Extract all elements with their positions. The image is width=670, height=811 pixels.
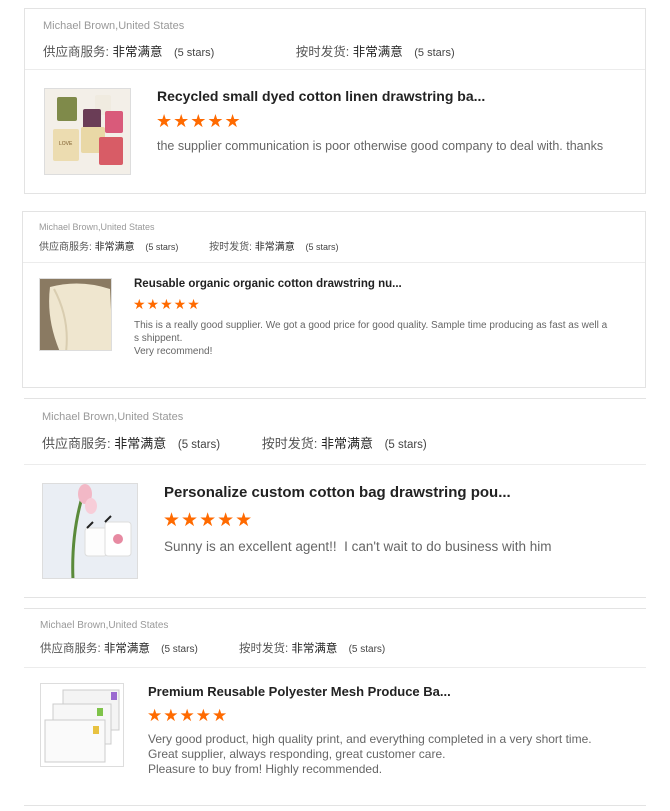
divider [24, 464, 646, 465]
product-thumbnail[interactable] [40, 683, 124, 767]
cotton-bag-image [40, 279, 111, 350]
comment-line: the supplier communication is poor other… [157, 139, 604, 153]
ratings-row: 供应商服务: 非常满意 (5 stars) 按时发货: 非常满意 (5 star… [39, 238, 339, 253]
review-comment: Sunny is an excellent agent!! I can't wa… [164, 538, 634, 556]
supplier-service-label: 供应商服务: [43, 45, 109, 59]
product-title-link[interactable]: Personalize custom cotton bag drawstring… [164, 484, 511, 501]
product-title-link[interactable]: Reusable organic organic cotton drawstri… [134, 278, 402, 290]
delivery-label: 按时发货: [295, 45, 350, 59]
reviewer-name: Michael Brown,United States [39, 222, 155, 232]
product-thumbnail[interactable]: LOVE [44, 88, 131, 175]
product-title-link[interactable]: Premium Reusable Polyester Mesh Produce … [148, 684, 451, 699]
divider [25, 69, 645, 70]
comment-line: s shippent. [134, 333, 183, 344]
supplier-service-label: 供应商服务: [42, 436, 111, 451]
delivery-stars: (5 stars) [384, 439, 427, 451]
rating-stars: ★★★★★ [163, 510, 254, 531]
supplier-service-value: 非常满意 [112, 45, 163, 59]
supplier-service-stars: (5 stars) [145, 242, 179, 252]
review-card: Michael Brown,United States 供应商服务: 非常满意 … [24, 8, 646, 194]
supplier-service-value: 非常满意 [103, 643, 150, 655]
comment-line: Very recommend! [134, 346, 213, 357]
reviewer-name: Michael Brown,United States [42, 411, 184, 423]
product-thumbnail[interactable] [39, 278, 112, 351]
supplier-service-label: 供应商服务: [40, 643, 101, 655]
rating-stars: ★★★★★ [156, 111, 242, 131]
product-title-link[interactable]: Recycled small dyed cotton linen drawstr… [157, 88, 485, 104]
review-card: Michael Brown,United States 供应商服务: 非常满意 … [24, 398, 646, 598]
product-thumbnail[interactable] [42, 483, 138, 579]
delivery-label: 按时发货: [261, 436, 318, 451]
comment-line: This is a really good supplier. We got a… [134, 320, 608, 331]
delivery-value: 非常满意 [291, 643, 338, 655]
review-comment: This is a really good supplier. We got a… [134, 319, 634, 358]
divider [24, 667, 646, 668]
supplier-service-stars: (5 stars) [161, 644, 198, 655]
cotton-pouch-image [43, 484, 137, 578]
rating-stars: ★★★★★ [147, 706, 229, 725]
delivery-stars: (5 stars) [414, 47, 455, 59]
ratings-row: 供应商服务: 非常满意 (5 stars) 按时发货: 非常满意 (5 star… [43, 41, 455, 60]
divider [23, 262, 645, 263]
svg-text:LOVE: LOVE [59, 141, 73, 147]
reviewer-name: Michael Brown,United States [40, 620, 169, 631]
delivery-label: 按时发货: [209, 242, 252, 253]
ratings-row: 供应商服务: 非常满意 (5 stars) 按时发货: 非常满意 (5 star… [40, 640, 385, 656]
reviewer-name: Michael Brown,United States [43, 20, 185, 32]
supplier-service-label: 供应商服务: [39, 242, 92, 253]
supplier-service-stars: (5 stars) [173, 47, 215, 59]
review-card: Michael Brown,United States 供应商服务: 非常满意 … [22, 211, 646, 388]
drawstring-bags-image: LOVE [45, 89, 130, 174]
comment-line: Pleasure to buy from! Highly recommended… [148, 762, 383, 776]
delivery-value: 非常满意 [320, 436, 373, 451]
review-comment: the supplier communication is poor other… [157, 138, 627, 154]
supplier-service-value: 非常满意 [94, 242, 135, 253]
rating-stars: ★★★★★ [133, 296, 201, 312]
supplier-service-stars: (5 stars) [177, 439, 221, 451]
comment-line: Great supplier, always responding, great… [148, 747, 446, 761]
comment-line: Very good product, high quality print, a… [148, 732, 592, 746]
delivery-label: 按时发货: [238, 643, 289, 655]
delivery-value: 非常满意 [254, 242, 295, 253]
supplier-service-value: 非常满意 [114, 436, 167, 451]
delivery-value: 非常满意 [352, 45, 403, 59]
review-comment: Very good product, high quality print, a… [148, 732, 628, 777]
mesh-bags-image [41, 684, 123, 766]
ratings-row: 供应商服务: 非常满意 (5 stars) 按时发货: 非常满意 (5 star… [42, 433, 427, 452]
delivery-stars: (5 stars) [348, 644, 386, 655]
comment-line: Sunny is an excellent agent!! I can't wa… [164, 539, 552, 554]
delivery-stars: (5 stars) [305, 242, 339, 252]
review-card: Michael Brown,United States 供应商服务: 非常满意 … [24, 608, 646, 806]
